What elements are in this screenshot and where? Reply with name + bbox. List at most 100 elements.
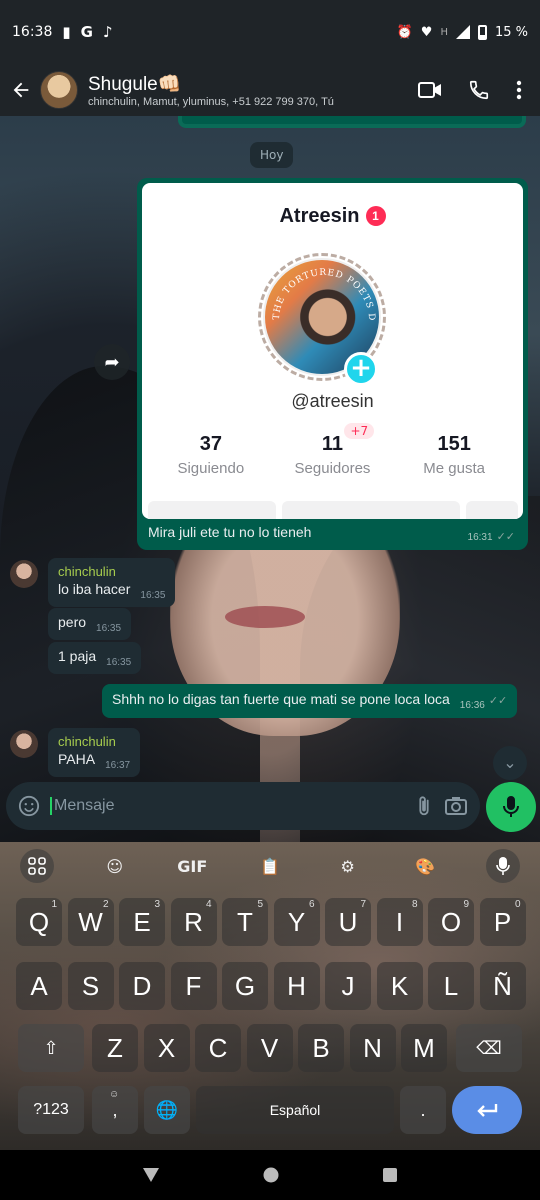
message-time: 16:35 <box>106 657 132 668</box>
sender-avatar[interactable] <box>10 730 38 758</box>
stat-value: 37 <box>199 433 222 455</box>
message-bubble-incoming[interactable]: pero 16:35 <box>48 608 132 640</box>
key-i[interactable]: I8 <box>376 898 423 946</box>
message-bubble-incoming[interactable]: 1 paja 16:35 <box>48 642 142 674</box>
key-m[interactable]: M <box>401 1024 447 1072</box>
group-info[interactable]: Shugule👊🏻 chinchulin, Mamut, yluminus, +… <box>88 72 418 108</box>
message-bubble-incoming[interactable]: chinchulin PAHA 16:37 <box>48 728 141 777</box>
previous-message-bubble[interactable] <box>178 116 526 128</box>
key-t[interactable]: T5 <box>222 898 268 946</box>
more-options-icon[interactable] <box>516 80 522 100</box>
key-hint: 5 <box>257 899 263 910</box>
key-r[interactable]: R4 <box>170 898 217 946</box>
key-hint: 8 <box>411 899 418 910</box>
key-h[interactable]: H <box>273 962 320 1010</box>
profile-handle: @atreesin <box>291 391 374 411</box>
wallpaper-lips <box>225 606 305 628</box>
back-arrow-icon[interactable] <box>10 79 32 101</box>
keyboard[interactable]: ☺ GIF 📋 ⚙ 🎨 Q1W2E3R4T5Y6U7I8O9P0 ASDFGHJ… <box>0 842 540 1150</box>
language-globe-key[interactable]: 🌐 <box>144 1086 190 1134</box>
key-f[interactable]: F <box>170 962 217 1010</box>
stat-value: 151 <box>437 433 471 455</box>
stat-label: Siguiendo <box>177 460 245 477</box>
symbols-key[interactable]: ?123 <box>18 1086 84 1134</box>
message-bubble-outgoing[interactable]: Atreesin1 THE TORTURED POETS DEPARTMENT … <box>137 178 528 550</box>
key-b[interactable]: B <box>298 1024 344 1072</box>
profile-username-row: Atreesin 1 <box>142 205 523 228</box>
tiktok-icon: ♪ <box>102 23 113 41</box>
key-q[interactable]: Q1 <box>16 898 62 946</box>
key-d[interactable]: D <box>119 962 165 1010</box>
chat-area[interactable]: Hoy ➦ Atreesin1 THE TORTURED POETS DEPAR… <box>0 116 540 842</box>
forward-icon[interactable]: ➦ <box>94 344 130 380</box>
space-bar[interactable]: Español <box>196 1086 394 1134</box>
palette-icon[interactable]: 🎨 <box>408 849 442 883</box>
message-composer[interactable]: Mensaje <box>6 782 480 830</box>
gif-button[interactable]: GIF <box>175 849 209 883</box>
key-s[interactable]: S <box>67 962 114 1010</box>
comma-key-label: , <box>112 1100 118 1120</box>
key-g[interactable]: G <box>222 962 268 1010</box>
sender-avatar[interactable] <box>10 560 38 588</box>
message-bubble-incoming[interactable]: chinchulin lo iba hacer 16:35 <box>48 558 176 607</box>
key-n[interactable]: N <box>349 1024 396 1072</box>
stat-likes: 151 Me gusta <box>404 433 504 477</box>
settings-icon[interactable]: ⚙ <box>331 849 365 883</box>
period-key[interactable]: . <box>400 1086 446 1134</box>
voice-call-icon[interactable] <box>468 79 490 101</box>
message-bubble-outgoing[interactable]: Shhh no lo digas tan fuerte que mati se … <box>102 684 518 718</box>
clipboard-icon[interactable]: 📋 <box>253 849 287 883</box>
group-members: chinchulin, Mamut, yluminus, +51 922 799… <box>88 96 334 108</box>
nav-home-icon[interactable] <box>263 1167 279 1183</box>
enter-key[interactable] <box>452 1086 522 1134</box>
sender-name[interactable]: chinchulin <box>58 734 130 749</box>
emoji-icon[interactable] <box>18 795 40 817</box>
group-avatar[interactable] <box>40 71 78 109</box>
message-time: 16:37 <box>105 760 131 771</box>
key-label: T <box>237 907 253 937</box>
camera-icon[interactable] <box>444 796 468 816</box>
caption-text: Mira juli ete tu no lo tieneh <box>148 524 312 540</box>
message-input[interactable]: Mensaje <box>50 797 404 815</box>
key-v[interactable]: V <box>246 1024 293 1072</box>
profile-buttons-row <box>148 501 518 519</box>
key-p[interactable]: P0 <box>479 898 526 946</box>
nav-back-icon[interactable] <box>142 1167 160 1183</box>
message-text: pero <box>58 614 87 630</box>
voice-message-button[interactable] <box>486 782 536 832</box>
profile-button <box>282 501 460 519</box>
media-caption: Mira juli ete tu no lo tieneh 16:31 ✓✓ <box>142 519 523 545</box>
key-y[interactable]: Y6 <box>273 898 320 946</box>
profile-stats: 37 Siguiendo +7 11 Seguidores 151 Me gus… <box>142 423 523 477</box>
sender-name[interactable]: chinchulin <box>58 564 165 579</box>
key-c[interactable]: C <box>195 1024 241 1072</box>
key-w[interactable]: W2 <box>67 898 114 946</box>
comma-key[interactable]: , ☺ <box>92 1086 138 1134</box>
key-o[interactable]: O9 <box>428 898 474 946</box>
keyboard-toolbar: ☺ GIF 📋 ⚙ 🎨 <box>0 842 540 890</box>
key-hint: 2 <box>102 899 109 910</box>
key-j[interactable]: J <box>325 962 371 1010</box>
scroll-to-bottom-button[interactable]: ⌄ <box>493 746 527 780</box>
key-ñ[interactable]: Ñ <box>479 962 526 1010</box>
voice-typing-icon[interactable] <box>485 849 520 883</box>
attach-icon[interactable] <box>414 795 434 817</box>
key-hint: 7 <box>360 899 366 910</box>
key-label: E <box>133 907 151 937</box>
sticker-icon[interactable]: ☺ <box>98 849 132 883</box>
key-u[interactable]: U7 <box>325 898 371 946</box>
key-k[interactable]: K <box>376 962 423 1010</box>
key-l[interactable]: L <box>428 962 474 1010</box>
apps-icon[interactable] <box>20 849 54 883</box>
key-x[interactable]: X <box>143 1024 190 1072</box>
key-hint: 6 <box>308 899 315 910</box>
video-call-icon[interactable] <box>418 80 442 100</box>
key-z[interactable]: Z <box>92 1024 138 1072</box>
profile-screenshot[interactable]: Atreesin1 THE TORTURED POETS DEPARTMENT … <box>142 183 523 519</box>
backspace-key[interactable]: ⌫ <box>456 1024 522 1072</box>
nav-recents-icon[interactable] <box>382 1167 398 1183</box>
key-a[interactable]: A <box>16 962 62 1010</box>
shift-key[interactable]: ⇧ <box>18 1024 84 1072</box>
battery-level: 15 % <box>494 24 528 40</box>
key-e[interactable]: E3 <box>119 898 165 946</box>
